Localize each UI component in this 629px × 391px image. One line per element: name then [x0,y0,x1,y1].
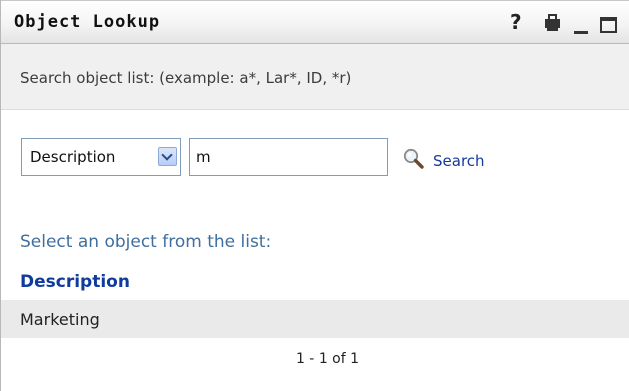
row-description[interactable]: Marketing [20,310,100,329]
results-heading: Select an object from the list: [20,232,272,252]
search-hint: Search object list: (example: a*, Lar*, … [20,69,352,87]
column-header-description[interactable]: Description [20,272,130,292]
search-button[interactable]: Search [402,140,485,172]
table-row[interactable]: Marketing [1,300,629,338]
search-button-label[interactable]: Search [433,154,485,172]
window-title: Object Lookup [14,12,161,32]
magnifier-icon[interactable] [402,148,430,172]
search-hint-band: Search object list: (example: a*, Lar*, … [1,44,629,110]
minimize-icon[interactable] [574,31,588,34]
search-input[interactable] [189,138,388,176]
object-lookup-window: Object Lookup ? Search object list: (exa… [0,0,629,391]
chevron-down-icon[interactable] [158,147,177,166]
title-bar: Object Lookup ? [1,0,629,44]
attribute-select[interactable]: Description [21,138,181,176]
attribute-select-value: Description [30,148,116,166]
maximize-icon[interactable] [600,17,617,33]
pagination-status: 1 - 1 of 1 [295,351,360,367]
print-icon[interactable] [545,14,560,31]
help-icon[interactable]: ? [510,10,522,34]
